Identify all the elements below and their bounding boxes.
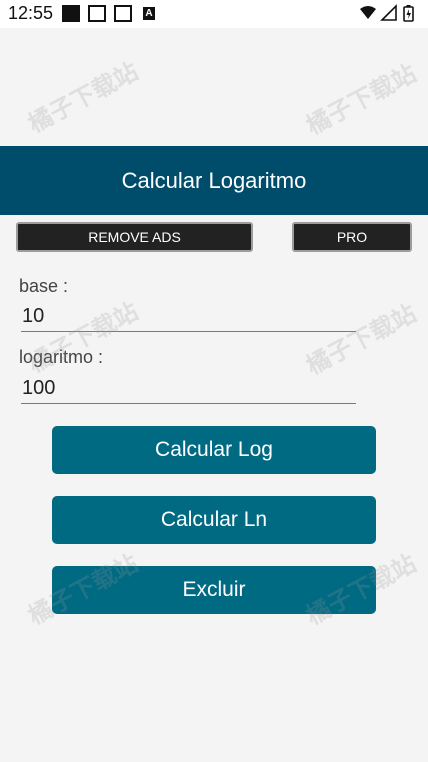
notification-icon <box>88 5 106 22</box>
signal-icon <box>380 4 397 21</box>
app-bar: Calcular Logaritmo <box>0 146 428 215</box>
a-notification-icon: A <box>143 7 155 20</box>
base-input[interactable] <box>21 301 356 332</box>
wifi-icon <box>360 6 376 19</box>
app-title: Calcular Logaritmo <box>121 168 307 193</box>
logaritmo-label: logaritmo : <box>19 347 104 367</box>
excluir-button[interactable]: Excluir <box>52 566 376 614</box>
notification-icon <box>114 5 132 22</box>
calcular-log-button[interactable]: Calcular Log <box>52 426 376 474</box>
logaritmo-input[interactable] <box>21 373 356 404</box>
status-bar: 12:55 A <box>0 0 428 28</box>
ad-banner-area <box>0 28 428 146</box>
notification-icon <box>62 5 80 22</box>
remove-ads-button[interactable]: REMOVE ADS <box>16 222 253 252</box>
calcular-ln-button[interactable]: Calcular Ln <box>52 496 376 544</box>
app-screen: 12:55 A Calcular Logaritmo REMOVE ADS PR… <box>0 0 428 762</box>
status-time: 12:55 <box>8 3 54 23</box>
pro-button[interactable]: PRO <box>292 222 412 252</box>
status-icons <box>358 4 418 24</box>
battery-icon <box>403 5 414 22</box>
base-label: base : <box>19 276 69 296</box>
